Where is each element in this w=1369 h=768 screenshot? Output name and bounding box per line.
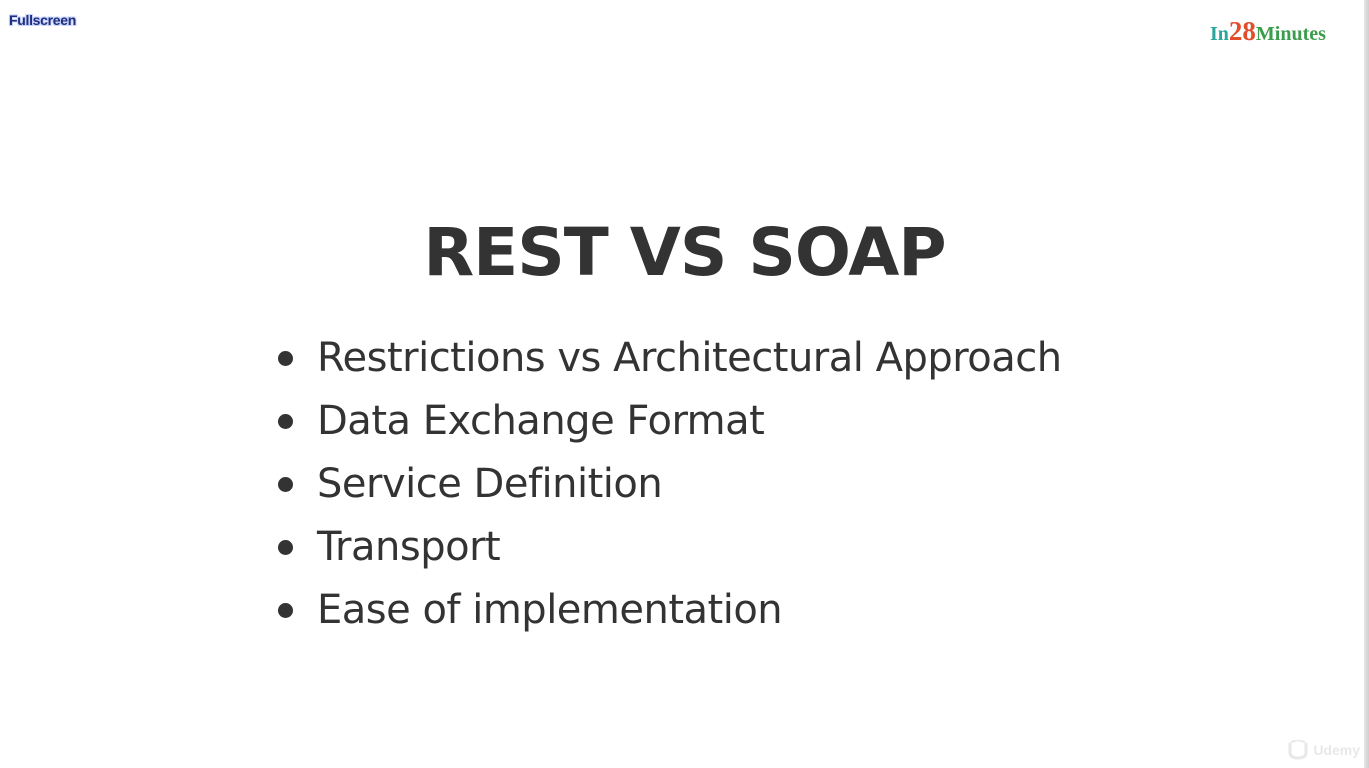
udemy-logo-icon xyxy=(1287,740,1309,760)
in28minutes-logo: In28Minutes xyxy=(1210,15,1326,50)
bullet-item-label: Restrictions vs Architectural Approach xyxy=(317,335,1062,381)
bullet-dot-icon xyxy=(278,477,293,492)
bullet-item-label: Data Exchange Format xyxy=(317,398,765,444)
bullet-item-label: Ease of implementation xyxy=(317,587,783,633)
bullet-dot-icon xyxy=(278,603,293,618)
bullet-item: Data Exchange Format xyxy=(274,393,1062,456)
logo-text-28: 28 xyxy=(1228,16,1256,46)
bullet-dot-icon xyxy=(278,414,293,429)
fullscreen-button[interactable]: Fullscreen xyxy=(9,12,76,28)
bullet-item: Service Definition xyxy=(274,456,1062,519)
slide-title: REST VS SOAP xyxy=(423,214,946,291)
bullet-item-label: Transport xyxy=(317,524,501,570)
bullet-item: Restrictions vs Architectural Approach xyxy=(274,330,1062,393)
bullet-item-label: Service Definition xyxy=(317,461,663,507)
bullet-dot-icon xyxy=(278,351,293,366)
right-edge-divider xyxy=(1364,0,1369,768)
bullet-dot-icon xyxy=(278,540,293,555)
udemy-watermark-label: Udemy xyxy=(1313,742,1360,758)
bullet-list: Restrictions vs Architectural Approach D… xyxy=(274,330,1062,645)
udemy-watermark: Udemy xyxy=(1287,740,1360,760)
bullet-item: Ease of implementation xyxy=(274,582,1062,645)
logo-text-minutes: Minutes xyxy=(1255,23,1326,45)
bullet-item: Transport xyxy=(274,519,1062,582)
logo-text-in: In xyxy=(1210,23,1229,45)
